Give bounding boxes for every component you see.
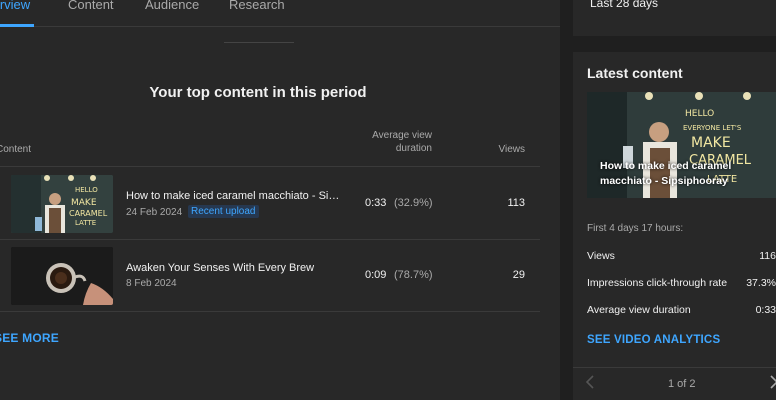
svg-text:HELLO: HELLO	[75, 186, 98, 194]
table-row[interactable]: HELLO MAKE CARAMEL LATTE How to make ice…	[0, 167, 540, 239]
metric-value-avg-view-duration: 0:33	[755, 304, 776, 316]
video-thumbnail[interactable]: HELLO MAKE CARAMEL LATTE	[11, 175, 113, 233]
svg-text:HELLO: HELLO	[685, 109, 714, 119]
metric-label-ctr: Impressions click-through rate	[587, 277, 728, 289]
avg-view-duration-value: 0:33	[365, 197, 387, 209]
metric-label-avg-view-duration: Average view duration	[587, 304, 691, 316]
date-range-card: Last 28 days	[573, 0, 776, 36]
avg-view-duration-value: 0:09	[365, 269, 387, 281]
metric-label-views: Views	[587, 250, 615, 262]
recent-upload-badge: Recent upload	[188, 205, 259, 218]
divider	[224, 42, 294, 43]
date-range-selector[interactable]: Last 28 days	[590, 0, 658, 10]
active-tab-indicator	[0, 24, 34, 27]
latest-content-card: Latest content HELLO EVERYONE LET'S MAKE…	[573, 52, 776, 400]
video-title[interactable]: How to make iced caramel macchiato - Sip…	[126, 190, 340, 202]
metric-value-views: 116	[759, 250, 776, 262]
views-value: 113	[507, 197, 525, 209]
avg-view-percentage: (78.7%)	[394, 269, 433, 281]
svg-text:CARAMEL: CARAMEL	[69, 209, 108, 218]
column-header-content: Content	[0, 144, 32, 155]
column-header-avg-view-duration: Average view duration	[372, 130, 432, 154]
tab-research[interactable]: Research	[229, 0, 285, 12]
svg-text:MAKE: MAKE	[691, 135, 731, 151]
pager-indicator: 1 of 2	[668, 378, 696, 390]
video-title[interactable]: Awaken Your Senses With Every Brew	[126, 262, 340, 274]
pager-divider	[573, 367, 776, 368]
see-more-button[interactable]: SEE MORE	[0, 331, 59, 345]
svg-text:MAKE: MAKE	[71, 198, 97, 208]
tab-audience[interactable]: Audience	[145, 0, 199, 12]
metric-value-ctr: 37.3%	[746, 277, 776, 289]
tab-overview[interactable]: Overview	[0, 0, 30, 12]
video-date: 24 Feb 2024	[126, 207, 183, 218]
svg-text:EVERYONE LET'S: EVERYONE LET'S	[683, 124, 742, 132]
latest-content-title: Latest content	[587, 65, 683, 81]
latest-video-thumbnail[interactable]: HELLO EVERYONE LET'S MAKE CARAMEL LATTE …	[587, 92, 776, 198]
analytics-main-panel: Overview Content Audience Research Your …	[0, 0, 560, 400]
svg-text:LATTE: LATTE	[75, 219, 96, 227]
column-header-views: Views	[498, 144, 526, 155]
latest-video-title[interactable]: How to make iced caramel macchiato - Sip…	[600, 159, 770, 189]
see-video-analytics-button[interactable]: SEE VIDEO ANALYTICS	[587, 334, 720, 346]
top-content-title: Your top content in this period	[149, 84, 367, 101]
video-date: 8 Feb 2024	[126, 278, 177, 289]
video-thumbnail[interactable]	[11, 247, 113, 305]
avg-view-percentage: (32.9%)	[394, 197, 433, 209]
views-value: 29	[512, 269, 525, 281]
chevron-left-icon[interactable]	[585, 375, 595, 389]
table-divider	[0, 311, 540, 312]
tab-content[interactable]: Content	[68, 0, 114, 12]
table-row[interactable]: Awaken Your Senses With Every Brew 8 Feb…	[0, 240, 540, 312]
chevron-right-icon[interactable]	[769, 375, 776, 389]
metrics-period: First 4 days 17 hours:	[587, 223, 684, 234]
tab-bar: Overview Content Audience Research	[0, 0, 560, 27]
